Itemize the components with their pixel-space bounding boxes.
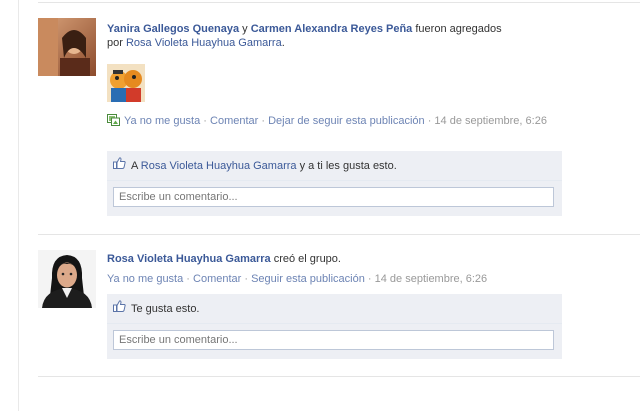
follow-post-link[interactable]: Seguir esta publicación <box>251 273 365 285</box>
liker-link[interactable]: Rosa Violeta Huayhua Gamarra <box>141 160 297 172</box>
separator: · <box>364 273 375 285</box>
story-verb: creó el grupo. <box>270 253 341 265</box>
like-prefix: A <box>131 160 141 172</box>
separator: · <box>183 273 194 285</box>
comment-input[interactable] <box>113 330 554 350</box>
group-members-icon <box>107 114 120 130</box>
like-text: Te gusta esto. <box>131 303 200 315</box>
conjunction-text: y <box>239 23 251 35</box>
unlike-link[interactable]: Ya no me gusta <box>124 115 200 127</box>
story-text: Yanira Gallegos Quenaya y Carmen Alexand… <box>107 22 627 50</box>
adder-link[interactable]: Rosa Violeta Huayhua Gamarra <box>126 37 282 49</box>
ufi-divider <box>107 180 562 181</box>
period: . <box>281 37 285 49</box>
story-actions: Ya no me gusta · Comentar · Seguir esta … <box>107 272 627 286</box>
story-text: Rosa Violeta Huayhua Gamarra creó el gru… <box>107 252 627 266</box>
post-divider <box>38 234 640 235</box>
unfollow-post-link[interactable]: Dejar de seguir esta publicación <box>268 115 425 127</box>
timestamp-link[interactable]: 14 de septiembre, 6:26 <box>375 273 488 285</box>
story-verb: fueron agregados <box>412 23 502 35</box>
separator: · <box>424 115 435 127</box>
post-divider <box>38 2 640 3</box>
avatar[interactable] <box>38 250 96 308</box>
actor-link[interactable]: Yanira Gallegos Quenaya <box>107 23 239 35</box>
comment-input[interactable] <box>113 187 554 207</box>
separator: · <box>241 273 252 285</box>
timestamp-link[interactable]: 14 de septiembre, 6:26 <box>434 115 547 127</box>
feed-left-border <box>18 0 19 411</box>
feedback-box: A Rosa Violeta Huayhua Gamarra y a ti le… <box>107 151 562 216</box>
like-sentence: A Rosa Violeta Huayhua Gamarra y a ti le… <box>113 157 397 175</box>
attached-photo[interactable] <box>107 64 145 102</box>
by-text: por <box>107 37 126 49</box>
thumbs-up-icon <box>113 157 126 175</box>
like-sentence: Te gusta esto. <box>113 300 200 318</box>
comment-link[interactable]: Comentar <box>210 115 258 127</box>
post-divider <box>38 376 640 377</box>
actor-link[interactable]: Rosa Violeta Huayhua Gamarra <box>107 253 271 265</box>
actor-link[interactable]: Carmen Alexandra Reyes Peña <box>251 23 413 35</box>
like-suffix: y a ti les gusta esto. <box>296 160 397 172</box>
separator: · <box>258 115 269 127</box>
story-actions: Ya no me gusta · Comentar · Dejar de seg… <box>107 114 582 130</box>
separator: · <box>200 115 211 127</box>
unlike-link[interactable]: Ya no me gusta <box>107 273 183 285</box>
ufi-divider <box>107 323 562 324</box>
feedback-box: Te gusta esto. <box>107 294 562 359</box>
avatar[interactable] <box>38 18 96 76</box>
thumbs-up-icon <box>113 300 126 318</box>
comment-link[interactable]: Comentar <box>193 273 241 285</box>
